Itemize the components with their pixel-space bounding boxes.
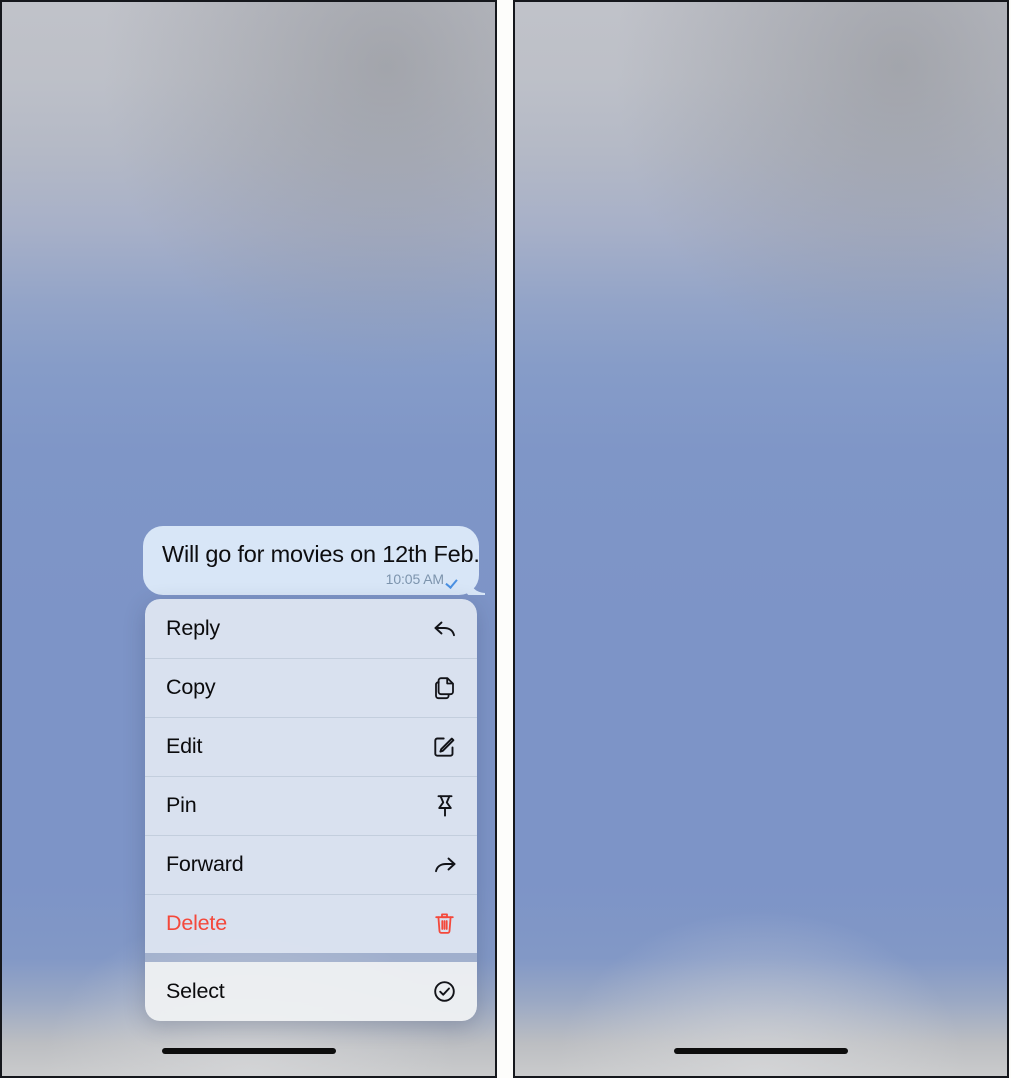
menu-item-reply[interactable]: Reply xyxy=(145,599,477,658)
message-meta: 10:05 AM xyxy=(162,571,462,587)
menu-item-edit[interactable]: Edit xyxy=(145,717,477,776)
menu-item-label: Edit xyxy=(166,734,203,758)
screenshot-stage: Will go for movies on 12th Feb. 10:05 AM… xyxy=(0,0,1011,1078)
message-timestamp: 10:05 AM xyxy=(385,571,444,587)
menu-item-pin[interactable]: Pin xyxy=(145,776,477,835)
menu-item-label: Delete xyxy=(166,911,227,935)
message-text-plain: Will go for movies on 12th Feb. xyxy=(162,541,480,567)
message-text: Will go for movies on 12th Feb. xyxy=(162,539,480,569)
bubble-tail xyxy=(461,573,485,595)
phone-screen-left: Will go for movies on 12th Feb. 10:05 AM… xyxy=(0,0,497,1078)
menu-item-label: Pin xyxy=(166,793,197,817)
check-circle-icon xyxy=(431,978,458,1005)
phone-screen-right: Copy Look Up Share Will go for movies on… xyxy=(513,0,1009,1078)
pin-icon xyxy=(431,792,458,819)
message-bubble-container-left: Will go for movies on 12th Feb. 10:05 AM xyxy=(143,526,480,595)
menu-item-label: Reply xyxy=(166,616,220,640)
menu-item-copy[interactable]: Copy xyxy=(145,658,477,717)
reply-arrow-icon xyxy=(431,615,458,642)
menu-item-label: Select xyxy=(166,979,225,1003)
trash-icon xyxy=(431,910,458,937)
home-indicator xyxy=(674,1048,848,1054)
context-menu-left: Reply Copy Edit Pin Forward Delete Selec… xyxy=(145,599,477,1021)
menu-item-delete[interactable]: Delete xyxy=(145,894,477,953)
menu-item-label: Copy xyxy=(166,675,216,699)
copy-documents-icon xyxy=(431,674,458,701)
wallpaper-background xyxy=(515,2,1007,1076)
menu-item-select[interactable]: Select xyxy=(145,962,477,1021)
home-indicator xyxy=(161,1048,336,1054)
checkmark-icon xyxy=(447,572,462,587)
context-menu-secondary-group: Select xyxy=(145,962,477,1021)
context-menu-primary-group: Reply Copy Edit Pin Forward Delete xyxy=(145,599,477,953)
context-menu-divider xyxy=(145,953,477,962)
message-bubble[interactable]: Will go for movies on 12th Feb. 10:05 AM xyxy=(143,526,480,595)
forward-arrow-icon xyxy=(431,851,458,878)
pencil-square-icon xyxy=(431,733,458,760)
menu-item-label: Forward xyxy=(166,852,244,876)
menu-item-forward[interactable]: Forward xyxy=(145,835,477,894)
